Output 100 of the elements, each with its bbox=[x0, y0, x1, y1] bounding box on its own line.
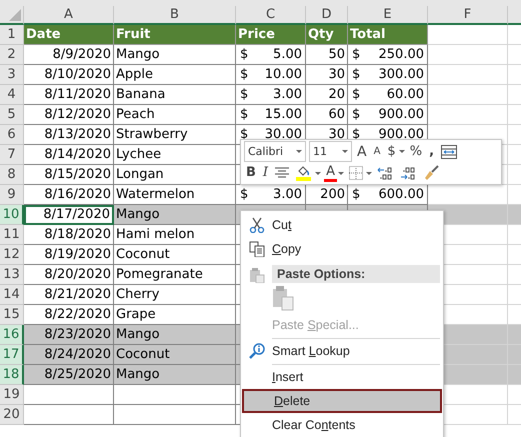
corner-triangle-icon bbox=[9, 9, 21, 21]
caret-icon[interactable] bbox=[398, 150, 405, 153]
menu-item[interactable]: Insert bbox=[242, 365, 442, 389]
decrease-decimal-icon[interactable] bbox=[400, 166, 416, 180]
menu-item[interactable]: Clear Contents bbox=[242, 413, 442, 437]
paste-options-heading: Paste Options: bbox=[272, 265, 440, 283]
row-header[interactable]: 17 bbox=[0, 345, 24, 365]
table-cell-text: 600.00 bbox=[378, 186, 424, 204]
table-cell-text: 5.00 bbox=[273, 46, 302, 64]
table-cell: Peach bbox=[114, 105, 236, 125]
currency-sign: $ bbox=[352, 126, 360, 144]
currency-sign: $ bbox=[240, 46, 248, 64]
table-cell: 50 bbox=[306, 45, 348, 65]
table-cell: 8/10/2020 bbox=[24, 65, 114, 85]
table-cell: 8/11/2020 bbox=[24, 85, 114, 105]
scissors-icon bbox=[249, 217, 265, 233]
table-cell: 30 bbox=[306, 65, 348, 85]
align-center-icon[interactable] bbox=[275, 167, 290, 179]
menu-item[interactable]: Delete bbox=[242, 389, 442, 413]
row-header[interactable]: 14 bbox=[0, 285, 24, 305]
row-header[interactable]: 1 bbox=[0, 25, 24, 45]
column-header[interactable]: B bbox=[114, 6, 236, 25]
row-header[interactable]: 16 bbox=[0, 325, 24, 345]
currency-sign: $ bbox=[352, 86, 360, 104]
table-cell: 8/9/2020 bbox=[24, 45, 114, 65]
bold-button[interactable]: B bbox=[244, 164, 258, 182]
clipboard-icon[interactable] bbox=[272, 285, 294, 311]
fill-color-icon[interactable] bbox=[296, 165, 312, 181]
column-header[interactable]: A bbox=[24, 6, 114, 25]
table-cell: 8/19/2020 bbox=[24, 245, 114, 265]
table-cell-text: 10.00 bbox=[264, 66, 302, 84]
row-header[interactable]: 2 bbox=[0, 45, 24, 65]
table-cell-text: 60.00 bbox=[386, 86, 424, 104]
menu-item[interactable]: Smart Lookup bbox=[242, 339, 442, 363]
column-header[interactable]: C bbox=[236, 6, 306, 25]
increase-decimal-icon[interactable] bbox=[376, 166, 393, 180]
comma-button[interactable]: , bbox=[427, 142, 436, 160]
row-header[interactable]: 19 bbox=[0, 385, 24, 405]
row-header[interactable]: 15 bbox=[0, 305, 24, 325]
font-color-button[interactable]: A bbox=[324, 164, 337, 182]
percent-button[interactable]: % bbox=[408, 142, 424, 160]
currency-button[interactable]: $ bbox=[385, 142, 398, 160]
header-cell: Total bbox=[348, 25, 428, 45]
row-header[interactable]: 12 bbox=[0, 245, 24, 265]
table-cell-text: 15.00 bbox=[264, 106, 302, 124]
caret-icon[interactable] bbox=[366, 172, 372, 174]
currency-sign: $ bbox=[352, 46, 360, 64]
table-cell: 8/24/2020 bbox=[24, 345, 114, 365]
copy-icon bbox=[249, 241, 265, 257]
row-header[interactable]: 6 bbox=[0, 125, 24, 145]
table-cell-text: 300.00 bbox=[378, 66, 424, 84]
caret-icon[interactable] bbox=[338, 172, 344, 174]
table-cell: Banana bbox=[114, 85, 236, 105]
column-header[interactable]: F bbox=[428, 6, 508, 25]
currency-sign: $ bbox=[240, 186, 248, 204]
column-header[interactable]: D bbox=[306, 6, 348, 25]
row-header[interactable]: 4 bbox=[0, 85, 24, 105]
clipboard-icon bbox=[249, 267, 265, 283]
caret-icon bbox=[296, 150, 302, 153]
row-header[interactable]: 13 bbox=[0, 265, 24, 285]
paintbrush-icon[interactable] bbox=[422, 165, 439, 181]
currency-sign: $ bbox=[352, 66, 360, 84]
italic-button[interactable]: I bbox=[260, 164, 270, 182]
currency-sign: $ bbox=[240, 106, 248, 124]
row-header[interactable]: 9 bbox=[0, 185, 24, 205]
row-header[interactable]: 20 bbox=[0, 405, 24, 425]
table-cell: 8/18/2020 bbox=[24, 225, 114, 245]
header-cell: Qty bbox=[306, 25, 348, 45]
table-cell: 8/23/2020 bbox=[24, 325, 114, 345]
row-header[interactable]: 7 bbox=[0, 145, 24, 165]
row-header[interactable]: 8 bbox=[0, 165, 24, 185]
table-cell: Strawberry bbox=[114, 125, 236, 145]
table-cell: Hami melon bbox=[114, 225, 236, 245]
borders-icon[interactable] bbox=[348, 166, 363, 180]
row-header[interactable]: 18 bbox=[0, 365, 24, 385]
table-cell: Coconut bbox=[114, 345, 236, 365]
row-header[interactable]: 11 bbox=[0, 225, 24, 245]
row-header[interactable]: 10 bbox=[0, 205, 24, 225]
row-header[interactable]: 3 bbox=[0, 65, 24, 85]
table-cell-text: 3.00 bbox=[273, 186, 302, 204]
row-header[interactable]: 5 bbox=[0, 105, 24, 125]
shrink-font-button[interactable]: A bbox=[372, 142, 382, 160]
table-cell: Mango bbox=[114, 45, 236, 65]
table-cell: Cherry bbox=[114, 285, 236, 305]
table-cell: 8/15/2020 bbox=[24, 165, 114, 185]
font-size-field[interactable]: 11 bbox=[309, 141, 352, 162]
table-cell: Pomegranate bbox=[114, 265, 236, 285]
table-cell: Mango bbox=[114, 325, 236, 345]
table-cell: 8/25/2020 bbox=[24, 365, 114, 385]
table-format-icon[interactable] bbox=[441, 144, 458, 158]
menu-item[interactable]: Cut bbox=[242, 213, 442, 237]
currency-sign: $ bbox=[352, 186, 360, 204]
grow-font-button[interactable]: A bbox=[355, 142, 369, 160]
caret-icon[interactable] bbox=[315, 172, 322, 174]
select-all-button[interactable] bbox=[0, 6, 24, 25]
table-cell: Mango bbox=[114, 205, 236, 225]
font-field[interactable]: Calibri bbox=[244, 141, 306, 162]
menu-item[interactable]: Copy bbox=[242, 237, 442, 261]
table-cell: Lychee bbox=[114, 145, 236, 165]
table-cell: Coconut bbox=[114, 245, 236, 265]
